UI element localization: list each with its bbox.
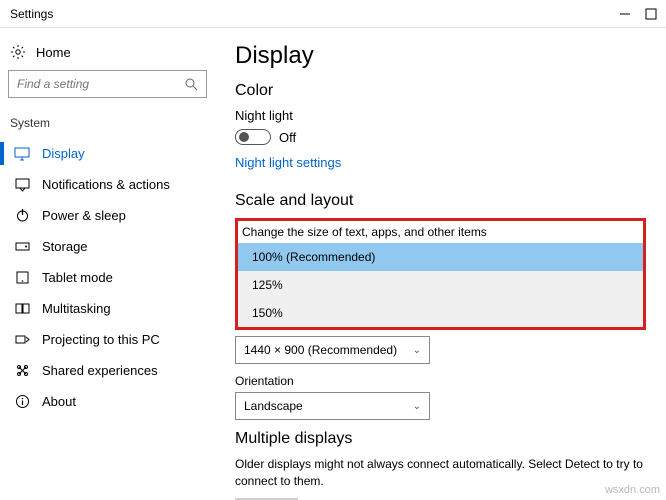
multi-displays-desc: Older displays might not always connect …: [235, 456, 646, 490]
sidebar-item-label: Power & sleep: [42, 208, 126, 223]
sidebar-item-display[interactable]: Display: [8, 138, 207, 169]
sidebar-item-multitasking[interactable]: Multitasking: [8, 293, 207, 324]
scale-label: Change the size of text, apps, and other…: [238, 221, 643, 243]
sidebar: Home System Display Notifications & acti…: [0, 28, 215, 500]
info-icon: [14, 394, 30, 409]
sidebar-item-label: Storage: [42, 239, 88, 254]
scale-dropdown-open[interactable]: 100% (Recommended) 125% 150%: [238, 243, 643, 327]
toggle-switch[interactable]: [235, 129, 271, 145]
sidebar-item-shared[interactable]: Shared experiences: [8, 355, 207, 386]
window-title: Settings: [10, 7, 53, 21]
multitasking-icon: [14, 301, 30, 316]
notifications-icon: [14, 177, 30, 192]
power-icon: [14, 208, 30, 223]
sidebar-item-about[interactable]: About: [8, 386, 207, 417]
sidebar-item-label: Multitasking: [42, 301, 111, 316]
sidebar-item-storage[interactable]: Storage: [8, 231, 207, 262]
sidebar-item-label: Projecting to this PC: [42, 332, 160, 347]
sidebar-item-label: Shared experiences: [42, 363, 158, 378]
window-controls: [618, 7, 658, 21]
orientation-select[interactable]: Landscape ⌄: [235, 392, 430, 420]
projecting-icon: [14, 332, 30, 347]
shared-icon: [14, 363, 30, 378]
content: Home System Display Notifications & acti…: [0, 28, 666, 500]
night-light-label: Night light: [235, 108, 646, 123]
display-icon: [14, 147, 30, 161]
minimize-button[interactable]: [618, 7, 632, 21]
multi-displays-heading: Multiple displays: [235, 430, 646, 448]
orientation-value: Landscape: [244, 399, 303, 413]
main-panel: Display Color Night light Off Night ligh…: [215, 28, 666, 500]
scale-option-150[interactable]: 150%: [238, 299, 643, 327]
home-button[interactable]: Home: [8, 38, 207, 70]
search-input[interactable]: [17, 77, 167, 91]
search-icon: [184, 77, 198, 91]
scale-dropdown-highlight: Change the size of text, apps, and other…: [235, 218, 646, 330]
scale-heading: Scale and layout: [235, 192, 646, 210]
sidebar-item-label: Notifications & actions: [42, 177, 170, 192]
night-light-settings-link[interactable]: Night light settings: [235, 155, 341, 170]
scale-option-125[interactable]: 125%: [238, 271, 643, 299]
orientation-label: Orientation: [235, 374, 646, 388]
sidebar-item-notifications[interactable]: Notifications & actions: [8, 169, 207, 200]
chevron-down-icon: ⌄: [413, 401, 421, 412]
sidebar-item-power[interactable]: Power & sleep: [8, 200, 207, 231]
sidebar-item-label: Tablet mode: [42, 270, 113, 285]
watermark: wsxdn.com: [605, 484, 660, 496]
tablet-icon: [14, 270, 30, 285]
chevron-down-icon: ⌄: [413, 345, 421, 356]
titlebar: Settings: [0, 0, 666, 28]
color-heading: Color: [235, 82, 646, 100]
toggle-state: Off: [279, 130, 296, 145]
home-label: Home: [36, 45, 71, 60]
sidebar-item-tablet[interactable]: Tablet mode: [8, 262, 207, 293]
maximize-button[interactable]: [644, 7, 658, 21]
night-light-toggle[interactable]: Off: [235, 129, 646, 145]
gear-icon: [10, 44, 26, 60]
page-title: Display: [235, 42, 646, 70]
section-label: System: [10, 116, 207, 130]
sidebar-item-projecting[interactable]: Projecting to this PC: [8, 324, 207, 355]
sidebar-item-label: Display: [42, 146, 85, 161]
sidebar-item-label: About: [42, 394, 76, 409]
storage-icon: [14, 239, 30, 254]
resolution-select[interactable]: 1440 × 900 (Recommended) ⌄: [235, 336, 430, 364]
search-box[interactable]: [8, 70, 207, 98]
resolution-value: 1440 × 900 (Recommended): [244, 343, 397, 357]
scale-option-100[interactable]: 100% (Recommended): [238, 243, 643, 271]
